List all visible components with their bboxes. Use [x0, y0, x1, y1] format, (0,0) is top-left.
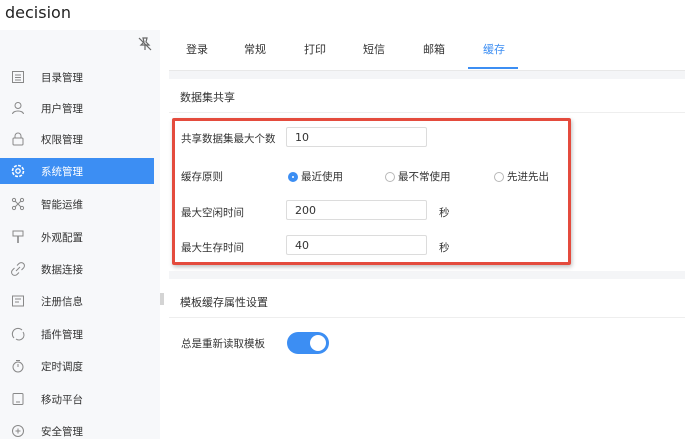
user-icon	[12, 102, 24, 115]
lock-icon	[12, 132, 24, 146]
tab-general[interactable]: 常规	[244, 41, 266, 57]
sidebar-item-label: 外观配置	[41, 232, 83, 244]
active-tab-indicator	[468, 67, 518, 69]
sidebar-item-label: 注册信息	[41, 296, 83, 308]
sidebar-item-system[interactable]: 系统管理	[0, 158, 154, 184]
title-bar: decision	[0, 0, 685, 30]
sidebar-item-label: 移动平台	[41, 394, 83, 406]
sidebar-item-label: 目录管理	[41, 72, 83, 84]
sidebar-item-label: 安全管理	[41, 426, 83, 438]
radio-least-frequently-used[interactable]: 最不常使用	[385, 169, 451, 184]
radio-dot	[288, 171, 298, 182]
gear-icon	[11, 164, 25, 178]
tab-email[interactable]: 邮箱	[423, 41, 445, 57]
brush-icon	[12, 230, 24, 243]
sidebar-item-permissions[interactable]: 权限管理	[0, 126, 154, 152]
tab-cache[interactable]: 缓存	[483, 41, 505, 57]
radio-label: 最近使用	[301, 171, 343, 183]
collapse-handle-icon[interactable]	[160, 292, 164, 306]
sidebar-item-users[interactable]: 用户管理	[0, 95, 154, 121]
max-count-input[interactable]: 10	[286, 127, 427, 147]
pin-off-icon[interactable]	[137, 36, 153, 52]
max-idle-label: 最大空闲时间	[181, 207, 244, 219]
sidebar-item-catalog[interactable]: 目录管理	[0, 64, 154, 90]
section-title-template-cache: 模板缓存属性设置	[180, 296, 268, 309]
reload-template-toggle[interactable]	[287, 332, 329, 354]
sidebar-item-security[interactable]: 安全管理	[0, 418, 154, 444]
network-icon	[11, 197, 25, 211]
sidebar-item-ops[interactable]: 智能运维	[0, 191, 154, 217]
tab-bar: 登录 常规 打印 短信 邮箱 缓存	[169, 30, 685, 71]
max-count-label: 共享数据集最大个数	[181, 133, 276, 145]
link-icon	[11, 262, 25, 276]
sidebar-item-label: 系统管理	[41, 166, 83, 178]
sidebar-item-label: 插件管理	[41, 329, 83, 341]
sidebar-item-label: 用户管理	[41, 103, 83, 115]
sidebar-item-data-connection[interactable]: 数据连接	[0, 256, 154, 282]
plugin-icon	[11, 327, 25, 341]
list-icon	[12, 71, 24, 83]
tab-login[interactable]: 登录	[186, 41, 208, 57]
sidebar-item-label: 数据连接	[41, 264, 83, 276]
max-live-input[interactable]: 40	[286, 235, 427, 255]
section-divider	[169, 71, 685, 79]
sidebar-item-plugins[interactable]: 插件管理	[0, 321, 154, 347]
radio-recently-used[interactable]: 最近使用	[288, 169, 343, 184]
tab-sms[interactable]: 短信	[363, 41, 385, 57]
sidebar-item-mobile[interactable]: 移动平台	[0, 386, 154, 412]
radio-dot	[494, 171, 504, 182]
sidebar-item-label: 权限管理	[41, 134, 83, 146]
sidebar-item-scheduler[interactable]: 定时调度	[0, 353, 154, 379]
app-title: decision	[5, 3, 71, 22]
reload-template-label: 总是重新读取模板	[181, 338, 265, 350]
mobile-icon	[12, 393, 24, 405]
max-idle-input[interactable]: 200	[286, 200, 427, 220]
sidebar: 目录管理 用户管理 权限管理 系统管理 智能运维 外观配置 数据连接 注册信息 …	[0, 30, 160, 439]
section-title-dataset-share: 数据集共享	[180, 91, 235, 104]
radio-fifo[interactable]: 先进先出	[494, 169, 549, 184]
timer-icon	[12, 360, 24, 373]
divider	[169, 317, 685, 318]
toggle-knob	[310, 335, 326, 351]
radio-label: 先进先出	[507, 171, 549, 183]
tab-print[interactable]: 打印	[304, 41, 326, 57]
max-live-unit: 秒	[439, 242, 450, 254]
radio-dot	[385, 171, 395, 182]
max-live-label: 最大生存时间	[181, 242, 244, 254]
sidebar-item-label: 智能运维	[41, 199, 83, 211]
sidebar-item-registration[interactable]: 注册信息	[0, 288, 154, 314]
cache-policy-label: 缓存原则	[181, 171, 223, 183]
register-icon	[12, 295, 24, 307]
radio-label: 最不常使用	[398, 171, 451, 183]
divider	[169, 112, 685, 113]
shield-icon	[12, 425, 24, 437]
sidebar-item-appearance[interactable]: 外观配置	[0, 224, 154, 250]
max-idle-unit: 秒	[439, 207, 450, 219]
main-panel: 登录 常规 打印 短信 邮箱 缓存 数据集共享 共享数据集最大个数 10 缓存原…	[169, 30, 685, 439]
sidebar-item-label: 定时调度	[41, 361, 83, 373]
section-divider	[169, 271, 685, 279]
